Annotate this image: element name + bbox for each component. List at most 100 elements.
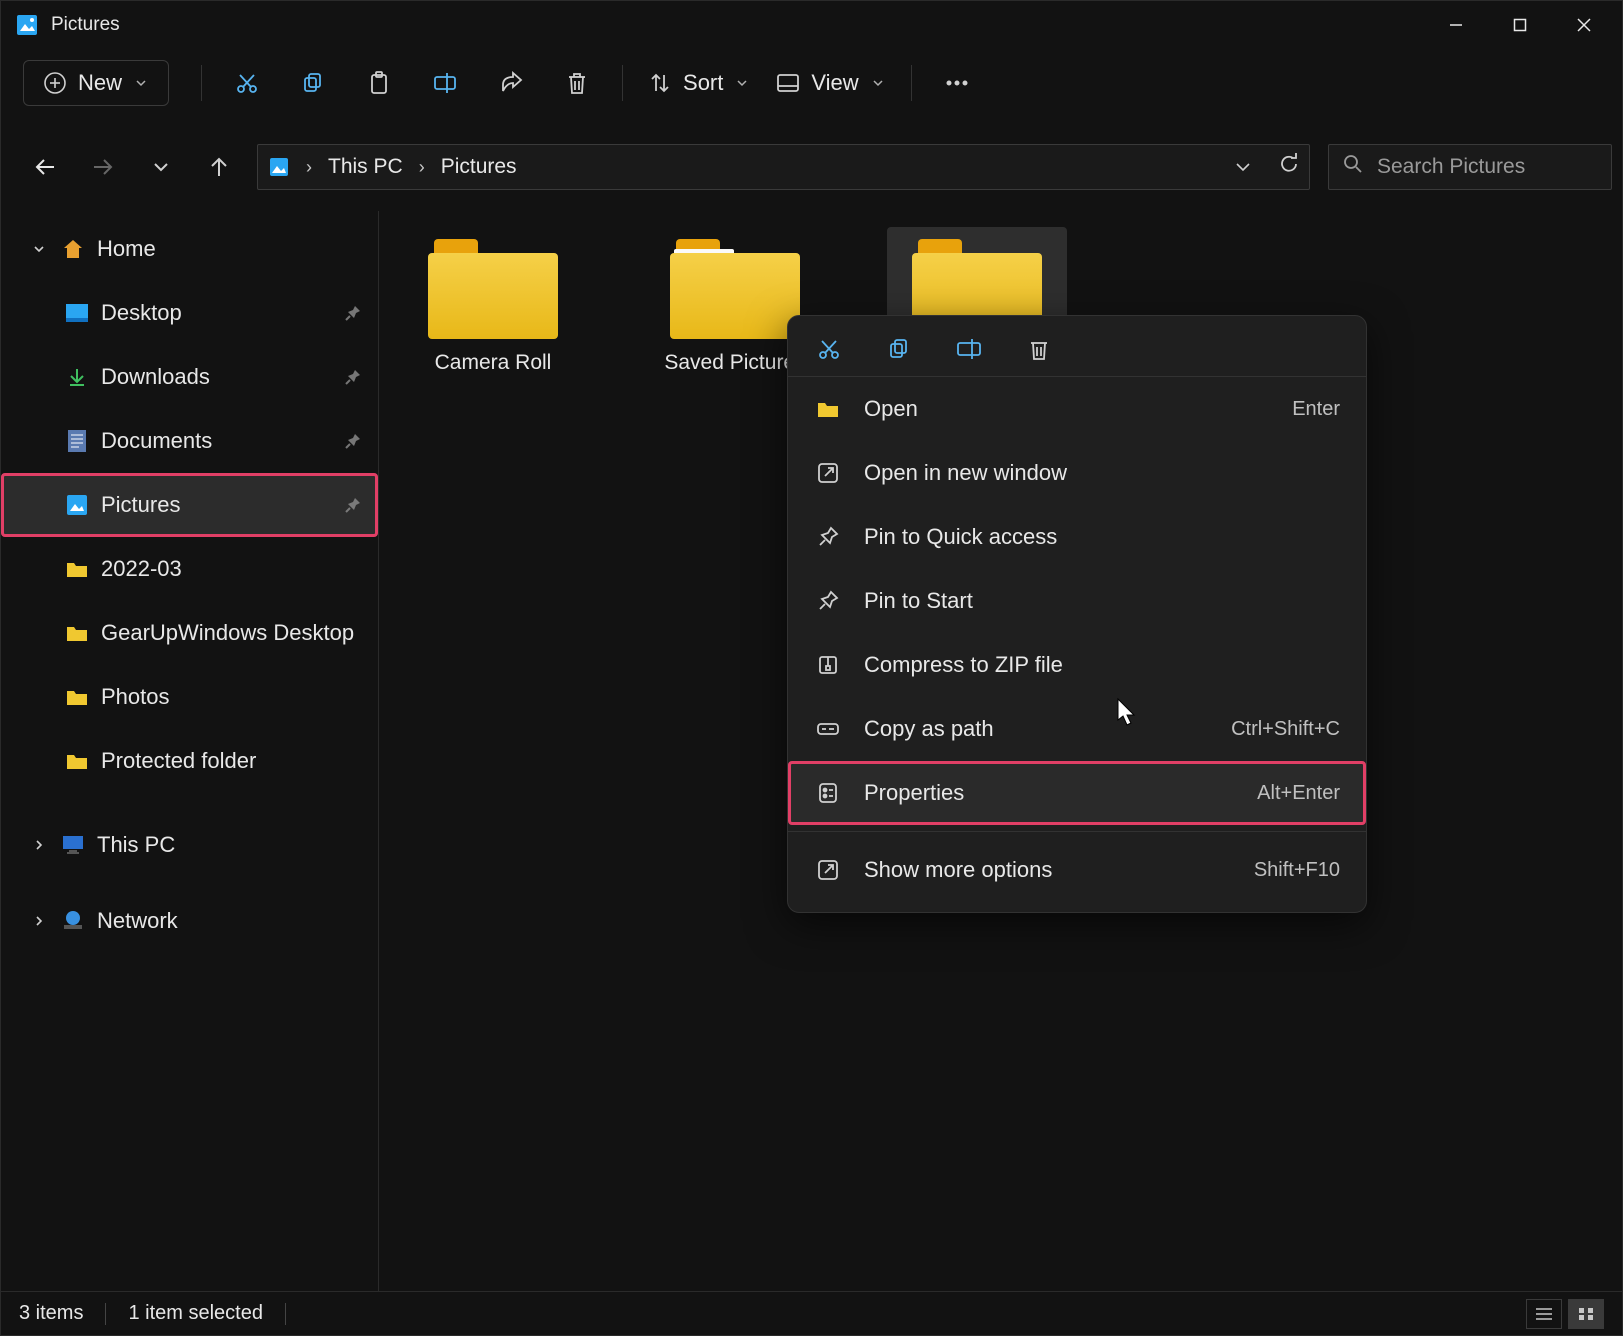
sort-button[interactable]: Sort [635, 60, 763, 106]
ctx-compress-zip[interactable]: Compress to ZIP file [788, 633, 1366, 697]
window-title: Pictures [51, 14, 1424, 36]
up-button[interactable] [199, 147, 239, 187]
ctx-pin-quick-access[interactable]: Pin to Quick access [788, 505, 1366, 569]
pin-icon [342, 430, 364, 452]
maximize-button[interactable] [1488, 1, 1552, 49]
chevron-right-icon: › [306, 157, 312, 178]
ctx-properties[interactable]: Properties Alt+Enter [788, 761, 1366, 825]
ctx-item-label: Copy as path [864, 716, 1209, 742]
folder-icon [65, 621, 89, 645]
add-circle-icon [42, 70, 68, 96]
pin-icon [342, 302, 364, 324]
sidebar-item-pictures[interactable]: Pictures [1, 473, 378, 537]
sidebar-item-downloads[interactable]: Downloads [1, 345, 378, 409]
chevron-right-icon: › [419, 157, 425, 178]
minimize-button[interactable] [1424, 1, 1488, 49]
sidebar-item-label: Network [97, 908, 364, 934]
file-explorer-window: Pictures New [0, 0, 1623, 1336]
ctx-item-shortcut: Ctrl+Shift+C [1231, 718, 1340, 741]
sidebar-item-folder[interactable]: Photos [1, 665, 378, 729]
sidebar-item-this-pc[interactable]: This PC [1, 813, 378, 877]
address-dropdown-button[interactable] [1235, 155, 1251, 179]
breadcrumb-this-pc[interactable]: This PC [328, 155, 403, 179]
ctx-cut-button[interactable] [814, 334, 844, 364]
ctx-item-label: Show more options [864, 857, 1232, 883]
folder-open-icon [814, 395, 842, 423]
sidebar-item-folder[interactable]: 2022-03 [1, 537, 378, 601]
chevron-down-icon [29, 239, 49, 259]
pin-icon [342, 494, 364, 516]
rename-button[interactable] [412, 60, 478, 106]
breadcrumb-pictures[interactable]: Pictures [441, 155, 517, 179]
item-label: Saved Pictures [664, 351, 805, 375]
content-pane[interactable]: Camera Roll Saved Pictures Screenshots [379, 211, 1622, 1291]
ctx-copy-as-path[interactable]: Copy as path Ctrl+Shift+C [788, 697, 1366, 761]
address-bar[interactable]: › This PC › Pictures [257, 144, 1310, 190]
chevron-right-icon [29, 911, 49, 931]
toolbar: New Sort View [1, 49, 1622, 117]
forward-button[interactable] [83, 147, 123, 187]
ctx-item-label: Pin to Start [864, 588, 1340, 614]
context-quick-actions [788, 316, 1366, 377]
sidebar-item-documents[interactable]: Documents [1, 409, 378, 473]
status-bar: 3 items 1 item selected [1, 1291, 1622, 1335]
new-button[interactable]: New [23, 60, 169, 106]
download-icon [65, 365, 89, 389]
properties-icon [814, 779, 842, 807]
sidebar-item-label: Protected folder [101, 748, 364, 774]
status-selection: 1 item selected [128, 1302, 263, 1325]
ctx-pin-to-start[interactable]: Pin to Start [788, 569, 1366, 633]
ctx-delete-button[interactable] [1024, 334, 1054, 364]
document-icon [65, 429, 89, 453]
separator [285, 1303, 286, 1325]
sidebar-item-network[interactable]: Network [1, 889, 378, 953]
cut-button[interactable] [214, 60, 280, 106]
sidebar-item-label: Photos [101, 684, 364, 710]
folder-item[interactable]: Camera Roll [403, 227, 583, 387]
ctx-show-more-options[interactable]: Show more options Shift+F10 [788, 838, 1366, 902]
ctx-rename-button[interactable] [954, 334, 984, 364]
separator [622, 65, 623, 101]
ctx-item-label: Compress to ZIP file [864, 652, 1340, 678]
folder-icon [65, 557, 89, 581]
ctx-item-label: Open [864, 396, 1270, 422]
ctx-open-new-window[interactable]: Open in new window [788, 441, 1366, 505]
ctx-item-label: Pin to Quick access [864, 524, 1340, 550]
share-button[interactable] [478, 60, 544, 106]
pin-icon [814, 523, 842, 551]
search-box[interactable]: Search Pictures [1328, 144, 1612, 190]
paste-button[interactable] [346, 60, 412, 106]
sidebar: Home Desktop Downloads Documents Picture… [1, 211, 379, 1291]
home-icon [61, 237, 85, 261]
ctx-copy-button[interactable] [884, 334, 914, 364]
sidebar-item-folder[interactable]: Protected folder [1, 729, 378, 793]
sort-icon [647, 70, 673, 96]
separator [788, 831, 1366, 832]
ellipsis-icon [944, 70, 970, 96]
chevron-right-icon [29, 835, 49, 855]
details-view-button[interactable] [1526, 1299, 1562, 1329]
view-button[interactable]: View [763, 60, 898, 106]
copy-button[interactable] [280, 60, 346, 106]
clipboard-icon [366, 70, 392, 96]
back-button[interactable] [25, 147, 65, 187]
close-button[interactable] [1552, 1, 1616, 49]
ctx-open[interactable]: Open Enter [788, 377, 1366, 441]
sidebar-item-label: Pictures [101, 492, 330, 518]
delete-button[interactable] [544, 60, 610, 106]
title-bar: Pictures [1, 1, 1622, 49]
pictures-icon [65, 493, 89, 517]
sidebar-item-home[interactable]: Home [1, 217, 378, 281]
search-icon [1343, 154, 1363, 180]
sidebar-item-folder[interactable]: GearUpWindows Desktop [1, 601, 378, 665]
desktop-icon [65, 301, 89, 325]
main-area: Home Desktop Downloads Documents Picture… [1, 211, 1622, 1291]
open-external-icon [814, 459, 842, 487]
sidebar-item-desktop[interactable]: Desktop [1, 281, 378, 345]
sidebar-item-label: Desktop [101, 300, 330, 326]
thumbnails-view-button[interactable] [1568, 1299, 1604, 1329]
recent-locations-button[interactable] [141, 147, 181, 187]
pin-icon [342, 366, 364, 388]
refresh-button[interactable] [1279, 154, 1299, 180]
more-button[interactable] [924, 60, 990, 106]
